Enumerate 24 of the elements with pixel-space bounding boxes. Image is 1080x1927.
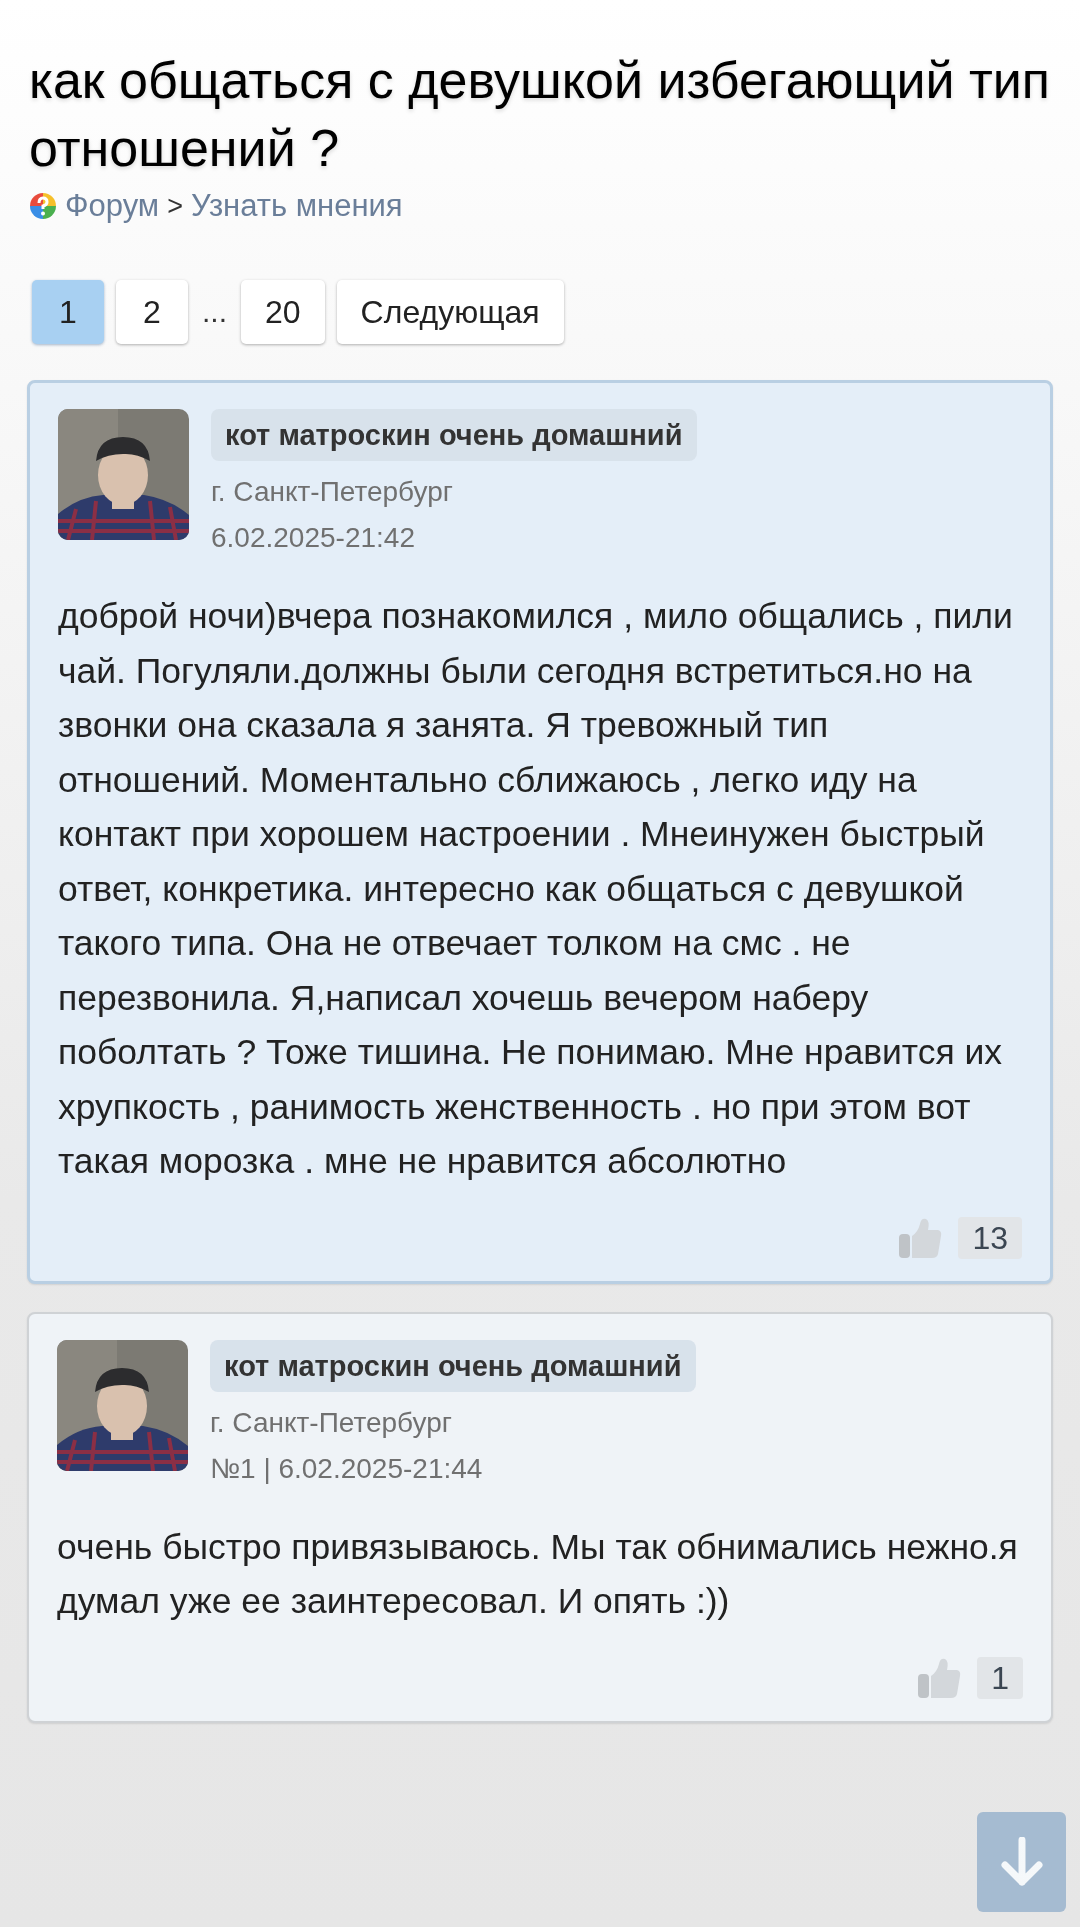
breadcrumb-separator: > xyxy=(167,190,183,222)
author-city: г. Санкт-Петербург xyxy=(210,1405,452,1440)
like-count: 1 xyxy=(977,1656,1023,1699)
scroll-down-button[interactable] xyxy=(977,1812,1066,1912)
page-ellipsis: ... xyxy=(201,295,228,329)
post-text: очень быстро привязываюсь. Мы так обнимались нежно.я думал уже ее заинтересовал. И опять :)) xyxy=(57,1525,1019,1623)
like-count: 13 xyxy=(958,1216,1022,1259)
post-text: доброй ночи)вчера познакомился , мило общались , пили чай. Погуляли.должны были сегодня встретиться.но на звонки она сказала я занята. Я тревожный тип отношений. Моментально сближаюсь , легко иду на контакт при хорошем настроении . Мнеинужен быстрый ответ, конкретика. интересно как общаться с девушкой такого типа. Она не отвечает толком на смс . не перезвонила. Я,написал хочешь вечером наберу поболтать ? Тоже тишина. Не понимаю. Мне нравится их хрупкость , ранимость женственность . но при этом вот такая морозка . мне не нравится абсолютно xyxy=(58,595,1014,1183)
author-city: г. Санкт-Петербург xyxy=(211,475,453,509)
page-button[interactable]: 1 xyxy=(32,280,104,344)
page-button[interactable]: 20 xyxy=(241,280,325,344)
page-title: как общаться с девушкой избегающий тип отношений ? xyxy=(29,50,1051,179)
author-name[interactable]: кот матроскин очень домашний xyxy=(210,1339,696,1392)
thumbs-up-icon[interactable] xyxy=(917,1657,962,1698)
breadcrumb-link[interactable]: Узнать мнения xyxy=(190,188,403,224)
post-meta: 6.02.2025-21:42 xyxy=(211,521,415,555)
forum-logo-icon xyxy=(29,192,57,220)
breadcrumb-link[interactable]: Форум xyxy=(65,188,160,224)
next-page-button[interactable]: Следующая xyxy=(336,280,564,344)
author-name[interactable]: кот матроскин очень домашний xyxy=(211,409,697,461)
thumbs-up-icon[interactable] xyxy=(898,1217,943,1258)
page-button[interactable]: 2 xyxy=(116,280,188,344)
arrow-down-icon xyxy=(999,1837,1044,1887)
post-meta: №1 | 6.02.2025-21:44 xyxy=(210,1451,483,1486)
